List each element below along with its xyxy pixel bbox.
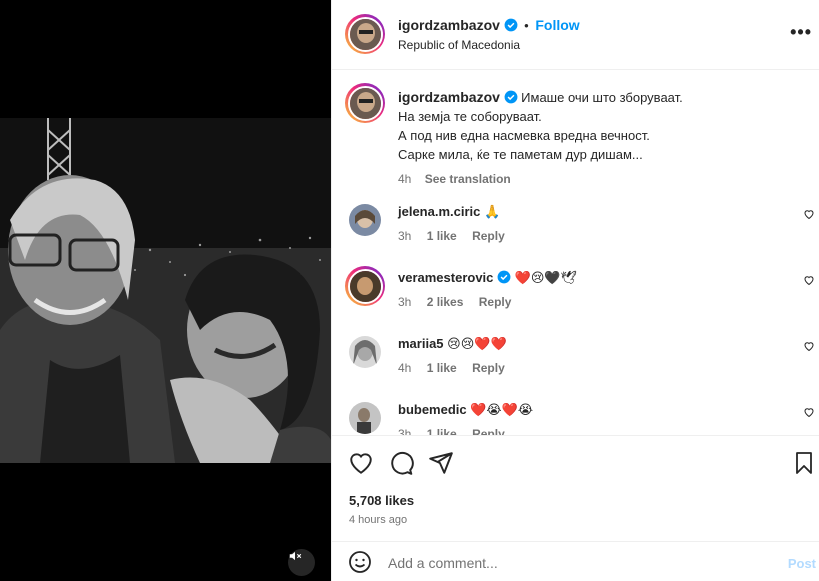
commenter-avatar[interactable] [349,204,381,236]
comment-row: jelena.m.ciric 🙏 3h 1 like Reply [332,196,819,262]
bookmark-icon[interactable] [792,450,816,476]
author-username[interactable]: igordzambazov [398,17,500,33]
caption-line: На земја те соборуваат. [398,109,542,124]
post-caption: igordzambazov Имаше очи што зборуваат. Н… [398,88,808,189]
action-bar: 5,708 likes 4 hours ago [332,435,819,541]
comment-likes[interactable]: 1 like [427,361,457,375]
comment-likes[interactable]: 1 like [427,427,457,435]
verified-icon [497,270,511,284]
caption-username[interactable]: igordzambazov [398,89,500,105]
caption-line: Имаше очи што зборуваат. [521,90,683,105]
post-comment-button[interactable]: Post [788,556,816,571]
reply-button[interactable]: Reply [472,427,505,435]
comment-like-heart-icon[interactable] [803,340,815,352]
comment-time[interactable]: 4h [398,361,411,375]
comment-like-heart-icon[interactable] [803,406,815,418]
post-location[interactable]: Republic of Macedonia [398,38,520,52]
add-comment-bar: Add a comment... Post [332,541,819,581]
comment-body: jelena.m.ciric 🙏 [398,204,500,220]
commenter-username[interactable]: jelena.m.ciric [398,204,480,219]
comment-time[interactable]: 3h [398,295,411,309]
comments-list[interactable]: igordzambazov Имаше очи што зборуваат. Н… [332,70,819,435]
comment-like-heart-icon[interactable] [803,274,815,286]
follow-button[interactable]: Follow [535,17,579,33]
commenter-username[interactable]: bubemedic [398,402,467,417]
comment-row: veramesterovic ❤️😢🖤🕊 3h 2 likes Reply [332,262,819,328]
reply-button[interactable]: Reply [472,361,505,375]
heart-icon[interactable] [348,450,374,476]
caption-meta: 4h See translation [398,170,808,189]
commenter-avatar[interactable] [349,402,381,434]
mute-icon [289,551,302,561]
reply-button[interactable]: Reply [479,295,512,309]
comment-meta: 3h 2 likes Reply [398,295,523,309]
comment-body: bubemedic ❤️😭❤️😭 [398,402,533,418]
comment-likes[interactable]: 2 likes [427,295,464,309]
author-avatar-image [347,16,383,52]
author-avatar[interactable] [345,14,385,54]
caption-line: Сарке мила, ќе те паметам дур дишам... [398,147,643,162]
likes-count[interactable]: 5,708 likes [349,493,414,508]
caption-avatar[interactable] [345,83,385,123]
comment-text: ❤️😢🖤🕊 [514,270,578,285]
comment-body: veramesterovic ❤️😢🖤🕊 [398,270,577,286]
comment-body: mariia5 😢😢❤️❤️ [398,336,507,352]
post-panel: igordzambazov • Follow Republic of Maced… [331,0,819,581]
comment-input[interactable]: Add a comment... [388,555,498,571]
see-translation-button[interactable]: See translation [425,172,511,186]
comment-meta: 3h 1 like Reply [398,427,517,435]
comment-meta: 4h 1 like Reply [398,361,517,375]
post-dialog: igordzambazov • Follow Republic of Maced… [0,0,819,581]
post-video[interactable] [0,0,331,581]
comment-text: 😢😢❤️❤️ [447,336,507,351]
commenter-username[interactable]: veramesterovic [398,270,493,285]
mute-button[interactable] [288,549,315,576]
comment-icon[interactable] [388,450,414,476]
header-title: igordzambazov • Follow [398,17,580,33]
more-options-button[interactable]: ••• [790,22,812,43]
commenter-avatar[interactable] [345,266,385,306]
caption-time[interactable]: 4h [398,172,411,186]
share-icon[interactable] [428,450,454,476]
verified-icon [504,90,517,104]
comment-text: ❤️😭❤️😭 [470,402,534,417]
comment-time[interactable]: 3h [398,427,411,435]
emoji-icon[interactable] [348,550,372,574]
comment-row: mariia5 😢😢❤️❤️ 4h 1 like Reply [332,328,819,394]
reply-button[interactable]: Reply [472,229,505,243]
commenter-avatar[interactable] [349,336,381,368]
comment-like-heart-icon[interactable] [803,208,815,220]
post-header: igordzambazov • Follow Republic of Maced… [332,0,819,70]
comment-likes[interactable]: 1 like [427,229,457,243]
comment-row: bubemedic ❤️😭❤️😭 3h 1 like Reply [332,394,819,435]
dot-separator: • [524,18,529,33]
comment-meta: 3h 1 like Reply [398,229,517,243]
post-timestamp[interactable]: 4 hours ago [349,514,407,526]
caption-line: А под нив една насмевка вредна вечност. [398,128,650,143]
commenter-avatar-image [347,268,383,304]
comment-text: 🙏 [484,204,501,219]
commenter-username[interactable]: mariia5 [398,336,444,351]
caption-avatar-image [347,85,383,121]
verified-icon [504,18,517,32]
video-frame [0,0,331,581]
comment-time[interactable]: 3h [398,229,411,243]
